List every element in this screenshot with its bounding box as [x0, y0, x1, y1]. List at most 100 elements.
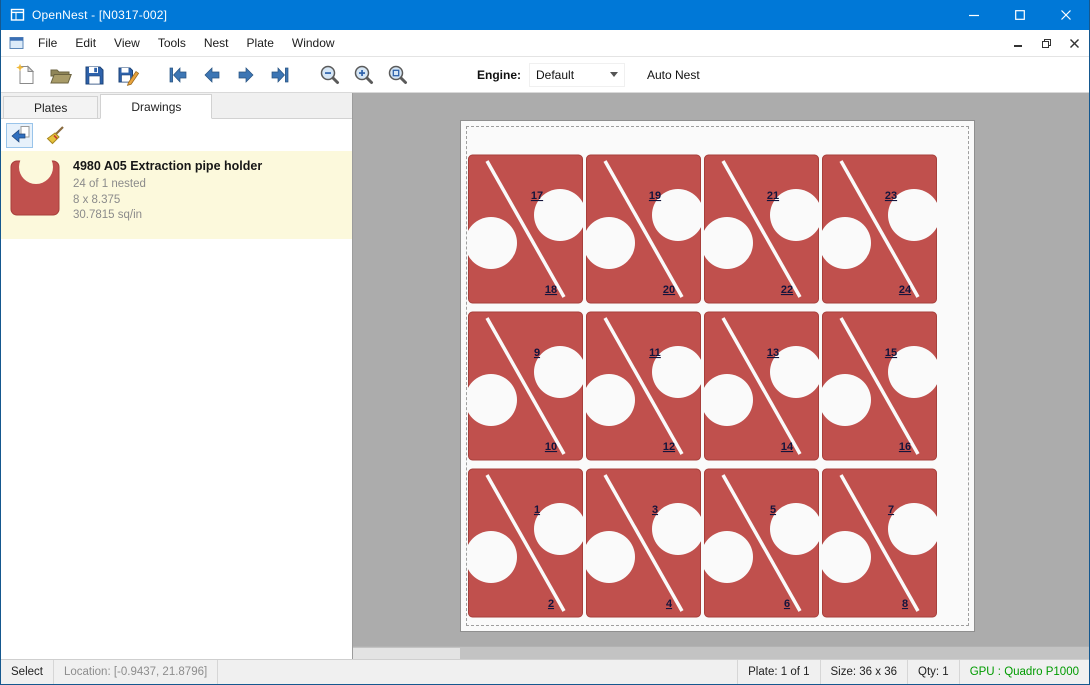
mdi-close-icon [1070, 39, 1079, 48]
mdi-minimize-icon [1014, 45, 1022, 47]
tab-drawings[interactable]: Drawings [100, 94, 212, 119]
plate[interactable]: 171819202122232491011121314151612345678 [460, 120, 975, 632]
status-qty: Qty: 1 [908, 660, 959, 684]
menu-nest[interactable]: Nest [195, 31, 238, 55]
nest-pair[interactable]: 12 [467, 467, 584, 619]
engine-label: Engine: [477, 68, 521, 82]
go-previous-icon [200, 63, 224, 87]
title-bar: OpenNest - [N0317-002] [1, 0, 1089, 30]
part-number: 23 [885, 190, 897, 202]
drawing-title: 4980 A05 Extraction pipe holder [73, 159, 262, 173]
zoom-fit-icon [386, 63, 410, 87]
nest-pair[interactable]: 34 [585, 467, 702, 619]
mdi-restore-button[interactable] [1033, 32, 1059, 54]
zoom-out-icon [318, 63, 342, 87]
sidebar: Plates Drawings [1, 93, 353, 659]
drawing-area: 30.7815 sq/in [73, 208, 262, 224]
part-number: 7 [888, 504, 894, 516]
horizontal-scrollbar-thumb[interactable] [353, 648, 460, 659]
nest-pair[interactable]: 9 10 [467, 310, 584, 462]
new-file-button[interactable] [9, 60, 43, 90]
nest-pair[interactable]: 1112 [585, 310, 702, 462]
clean-button[interactable] [41, 123, 68, 148]
status-gpu: GPU : Quadro P1000 [960, 660, 1089, 684]
horizontal-scrollbar[interactable] [353, 646, 1089, 659]
close-button[interactable] [1043, 0, 1089, 30]
nest-canvas[interactable]: 171819202122232491011121314151612345678 [353, 93, 1089, 659]
part-number: 15 [885, 347, 897, 359]
part-number: 1 [534, 504, 540, 516]
zoom-in-icon [352, 63, 376, 87]
engine-select[interactable]: Default [529, 63, 625, 87]
tab-plates[interactable]: Plates [3, 96, 98, 118]
mdi-close-button[interactable] [1061, 32, 1087, 54]
zoom-fit-button[interactable] [381, 60, 415, 90]
part-number: 17 [531, 190, 543, 202]
drawings-toolbar [1, 119, 352, 151]
go-first-button[interactable] [161, 60, 195, 90]
nest-pair[interactable]: 1314 [703, 310, 820, 462]
menu-edit[interactable]: Edit [66, 31, 105, 55]
document-window-icon [9, 35, 25, 51]
new-file-icon [14, 63, 38, 87]
chevron-down-icon [610, 72, 618, 77]
save-icon [82, 63, 106, 87]
menu-file[interactable]: File [29, 31, 66, 55]
open-file-button[interactable] [43, 60, 77, 90]
insert-drawing-button[interactable] [6, 123, 33, 148]
go-next-icon [234, 63, 258, 87]
nest-pair[interactable]: 78 [821, 467, 938, 619]
mdi-restore-icon [1042, 39, 1051, 48]
save-edit-button[interactable] [111, 60, 145, 90]
menu-tools[interactable]: Tools [149, 31, 195, 55]
go-next-button[interactable] [229, 60, 263, 90]
maximize-icon [1015, 10, 1025, 20]
engine-value: Default [536, 68, 610, 82]
insert-drawing-icon [9, 124, 31, 146]
zoom-in-button[interactable] [347, 60, 381, 90]
part-number: 9 [534, 347, 540, 359]
part-number: 10 [545, 441, 557, 453]
broom-icon [44, 124, 66, 146]
auto-nest-button[interactable]: Auto Nest [641, 64, 706, 86]
drawing-list-item[interactable]: 4980 A05 Extraction pipe holder 24 of 1 … [1, 151, 352, 239]
minimize-button[interactable] [951, 0, 997, 30]
window-title: OpenNest - [N0317-002] [32, 8, 167, 22]
part-number: 11 [649, 347, 661, 359]
status-location: Location: [-0.9437, 21.8796] [54, 660, 217, 684]
part-number: 16 [899, 441, 911, 453]
maximize-button[interactable] [997, 0, 1043, 30]
part-number: 6 [784, 598, 790, 610]
nest-pair[interactable]: 1718 [467, 153, 584, 305]
save-edit-icon [116, 63, 140, 87]
zoom-out-button[interactable] [313, 60, 347, 90]
sidebar-tabstrip: Plates Drawings [1, 93, 352, 119]
go-last-button[interactable] [263, 60, 297, 90]
menu-window[interactable]: Window [283, 31, 344, 55]
menu-view[interactable]: View [105, 31, 149, 55]
part-number: 14 [781, 441, 794, 453]
part-number: 20 [663, 284, 675, 296]
nest-pair[interactable]: 56 [703, 467, 820, 619]
menu-plate[interactable]: Plate [238, 31, 283, 55]
mdi-minimize-button[interactable] [1005, 32, 1031, 54]
app-icon [10, 7, 26, 23]
nest-pair[interactable]: 2324 [821, 153, 938, 305]
save-button[interactable] [77, 60, 111, 90]
go-previous-button[interactable] [195, 60, 229, 90]
status-size: Size: 36 x 36 [821, 660, 907, 684]
drawing-nested-count: 24 of 1 nested [73, 177, 262, 193]
nest-pair[interactable]: 1920 [585, 153, 702, 305]
go-last-icon [268, 63, 292, 87]
nest-pair[interactable]: 1516 [821, 310, 938, 462]
status-mode: Select [1, 660, 53, 684]
part-number: 8 [902, 598, 908, 610]
part-number: 22 [781, 284, 793, 296]
drawing-size: 8 x 8.375 [73, 193, 262, 209]
nest-grid: 171819202122232491011121314151612345678 [467, 153, 938, 619]
part-number: 5 [770, 504, 776, 516]
part-thumbnail [8, 158, 62, 218]
tool-bar: Engine: Default Auto Nest [1, 57, 1089, 93]
nest-pair[interactable]: 2122 [703, 153, 820, 305]
open-folder-icon [48, 63, 72, 87]
